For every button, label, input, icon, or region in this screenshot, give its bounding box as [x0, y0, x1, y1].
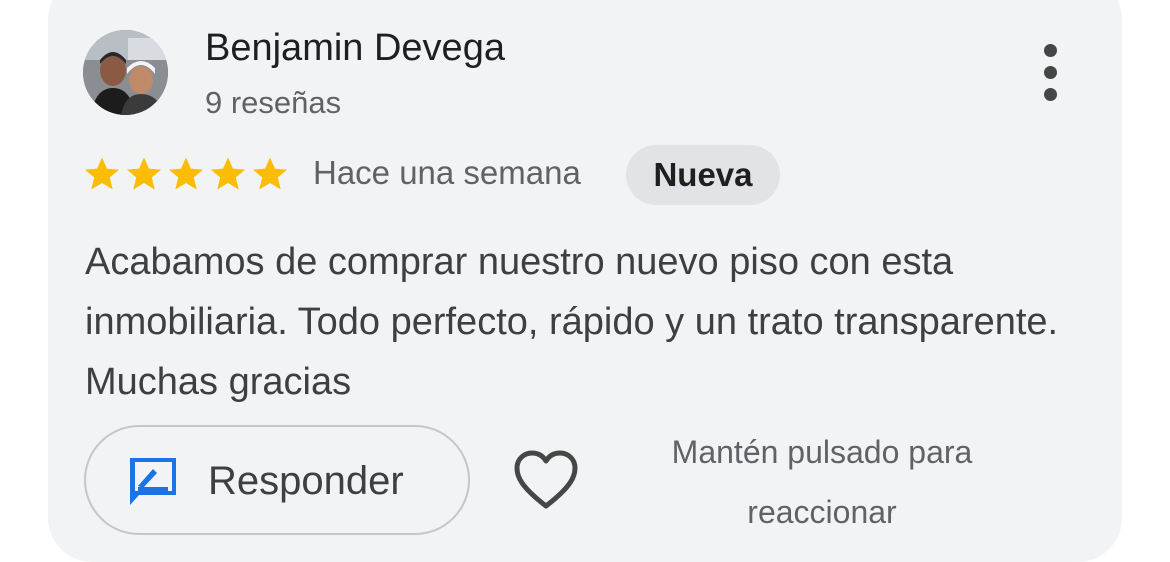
react-hint-text: Mantén pulsado para reaccionar [671, 434, 973, 530]
more-options-button[interactable] [1026, 42, 1074, 104]
author-name[interactable]: Benjamin Devega [205, 27, 505, 70]
star-icon [84, 157, 120, 190]
review-text: Acabamos de comprar nuestro nuevo piso c… [85, 241, 1059, 403]
react-button[interactable] [512, 448, 580, 512]
avatar[interactable] [83, 30, 168, 115]
reply-label: Responder [208, 459, 404, 503]
star-rating [83, 150, 293, 198]
heart-outline-icon [514, 450, 578, 509]
author-review-count[interactable]: 9 reseñas [205, 85, 341, 121]
avatar-photo [83, 30, 168, 115]
star-icon [210, 157, 246, 190]
reply-edit-icon [130, 458, 176, 505]
more-vertical-icon [1044, 44, 1057, 57]
new-badge: Nueva [626, 145, 780, 205]
star-icon [168, 157, 204, 190]
review-time: Hace una semana [313, 154, 581, 191]
star-icon [252, 157, 288, 190]
reply-button[interactable]: Responder [84, 425, 470, 535]
star-icon [126, 157, 162, 190]
